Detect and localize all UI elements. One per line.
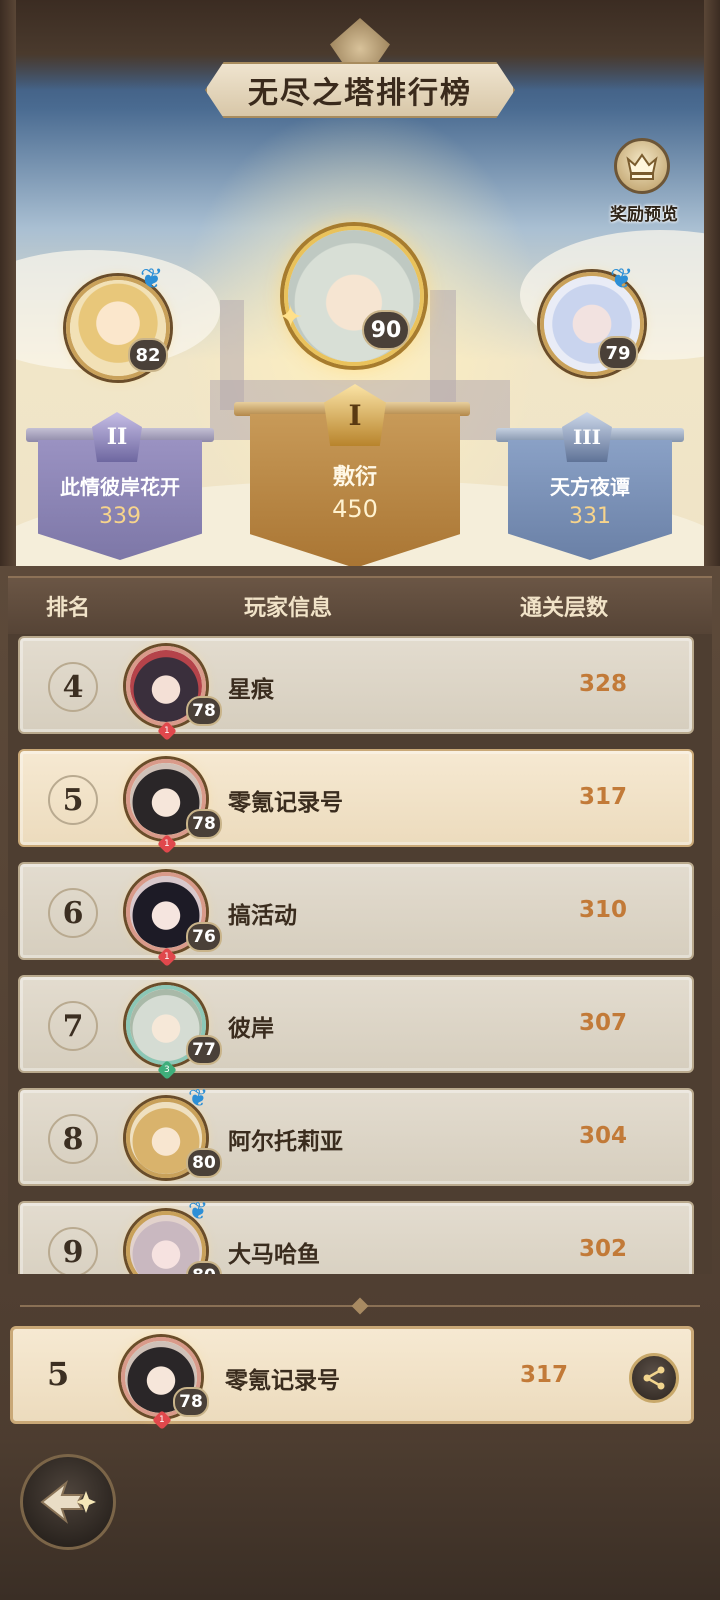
table-row[interactable]: 6 76 1 搞活动 310 — [18, 862, 694, 967]
reward-preview-label: 奖励预览 — [610, 205, 678, 225]
crown-gift-icon — [614, 138, 670, 194]
floor-count: 317 — [519, 1362, 568, 1388]
level-badge: 78 — [186, 696, 222, 726]
podium-name: 此情彼岸花开 — [60, 475, 180, 499]
player-name: 大马哈鱼 — [228, 1242, 320, 1268]
rank-number: 9 — [48, 1227, 98, 1274]
title-plate: 无尽之塔排行榜 — [205, 62, 515, 118]
podium-score: 450 — [332, 495, 378, 523]
butterfly-icon: ❦ — [188, 1197, 209, 1225]
level-badge: 78 — [186, 809, 222, 839]
player-name: 彼岸 — [228, 1016, 274, 1042]
player-name: 星痕 — [228, 677, 274, 703]
floor-count: 328 — [578, 671, 627, 697]
header-rank: 排名 — [46, 596, 91, 621]
back-arrow-icon — [40, 1480, 96, 1524]
ranking-list[interactable]: 4 78 1 星痕 328 5 78 1 零氪记录号 317 6 76 1 搞活… — [8, 634, 712, 1274]
level-badge: 76 — [186, 922, 222, 952]
table-row[interactable]: 4 78 1 星痕 328 — [18, 636, 694, 741]
side-frame — [704, 0, 720, 600]
table-row[interactable]: 8 80 ❦ 阿尔托莉亚 304 — [18, 1084, 694, 1186]
share-icon — [643, 1366, 665, 1390]
level-badge: 78 — [173, 1387, 209, 1417]
rank-number: 5 — [48, 775, 98, 825]
level-badge: 77 — [186, 1035, 222, 1065]
floor-count: 310 — [578, 897, 627, 923]
level-badge: 79 — [598, 336, 638, 370]
table-row[interactable]: 5 78 1 零氪记录号 317 — [18, 749, 694, 854]
podium-name: 天方夜谭 — [550, 475, 630, 499]
my-rank-row[interactable]: 5 78 1 零氪记录号 317 — [10, 1326, 694, 1430]
player-name: 阿尔托莉亚 — [228, 1129, 343, 1155]
player-name: 零氪记录号 — [228, 790, 343, 816]
section-divider — [0, 1294, 720, 1318]
table-header: 排名 玩家信息 通关层数 — [8, 576, 712, 634]
floor-count: 304 — [578, 1123, 627, 1149]
level-badge: 80 — [186, 1261, 222, 1274]
share-button[interactable] — [629, 1353, 679, 1403]
reward-preview-button[interactable]: 奖励预览 — [598, 138, 690, 230]
table-row[interactable]: 7 77 3 彼岸 307 — [18, 975, 694, 1080]
back-button[interactable] — [20, 1454, 116, 1550]
player-name: 搞活动 — [228, 903, 297, 929]
podium-name: 敷衍 — [332, 465, 377, 490]
level-badge: 90 — [362, 310, 410, 350]
side-frame — [0, 0, 16, 600]
floor-count: 307 — [578, 1010, 627, 1036]
rank-number: 6 — [48, 888, 98, 938]
butterfly-icon: ❦ — [140, 262, 164, 295]
rank-number: 8 — [48, 1114, 98, 1164]
table-row[interactable]: 9 80 ❦ 大马哈鱼 302 — [18, 1197, 694, 1274]
butterfly-icon: ❦ — [188, 1084, 209, 1112]
header-floors: 通关层数 — [520, 596, 609, 621]
my-rank-number: 5 — [47, 1355, 70, 1393]
podium-score: 331 — [569, 504, 611, 529]
page-title: 无尽之塔排行榜 — [248, 76, 472, 111]
player-name: 零氪记录号 — [225, 1368, 340, 1394]
floor-count: 302 — [578, 1236, 627, 1262]
butterfly-icon: ❦ — [610, 262, 634, 295]
level-badge: 80 — [186, 1148, 222, 1178]
podium-score: 339 — [99, 504, 141, 529]
sparkle-icon: ✦ — [278, 300, 304, 335]
floor-count: 317 — [578, 784, 627, 810]
header-player: 玩家信息 — [244, 596, 333, 621]
rank-number: 7 — [48, 1001, 98, 1051]
rank-number: 4 — [48, 662, 98, 712]
level-badge: 82 — [128, 338, 168, 372]
